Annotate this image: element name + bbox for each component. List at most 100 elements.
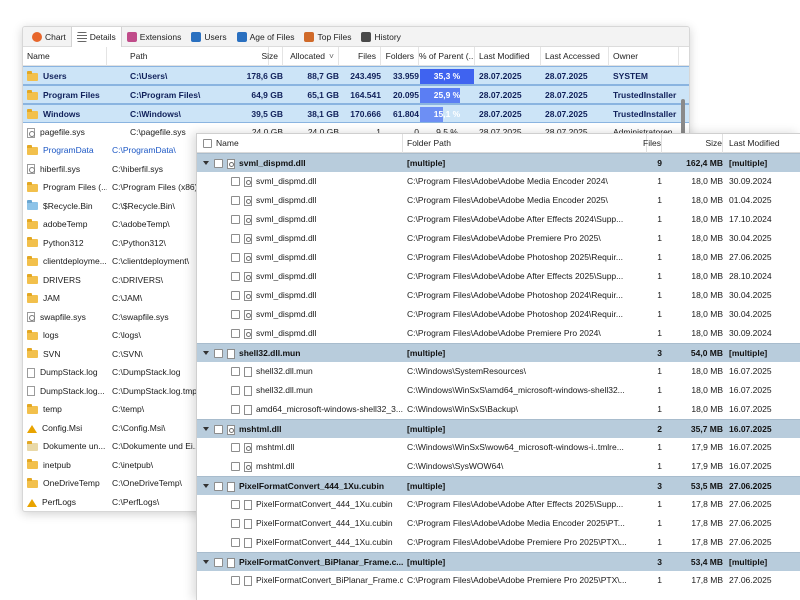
group-modified: [multiple] [729,557,768,567]
file-files: 1 [657,290,662,300]
file-checkbox[interactable] [231,462,240,471]
duplicate-file-row[interactable]: svml_dispmd.dll C:\Program Files\Adobe\Ad… [197,305,800,324]
file-icon [244,385,252,396]
duplicate-group-row[interactable]: mshtml.dll [multiple] 2 35,7 MB 16.07.2025 [197,419,800,438]
duplicate-file-row[interactable]: shell32.dll.mun C:\Windows\SystemResource… [197,362,800,381]
row-name-text: DumpStack.log... [40,385,105,396]
dll-file-icon [227,424,235,435]
duplicate-file-row[interactable]: svml_dispmd.dll C:\Program Files\Adobe\Ad… [197,267,800,286]
folder-icon [27,292,38,303]
col-allocated-header[interactable]: Allocated ˅ [283,47,339,66]
duplicate-file-row[interactable]: svml_dispmd.dll C:\Program Files\Adobe\Ad… [197,324,800,343]
duplicate-file-row[interactable]: mshtml.dll C:\Windows\SysWOW64\ 1 17,9 MB 16… [197,457,800,476]
col-name-header[interactable]: Name [203,134,403,153]
duplicate-group-row[interactable]: svml_dispmd.dll [multiple] 9 162,4 MB [multi… [197,153,800,172]
group-name-text: shell32.dll.mun [239,348,301,358]
file-checkbox[interactable] [231,367,240,376]
table-row-users[interactable]: Users C:\Users\ 178,6 GB 88,7 GB 243.495 33.9… [23,66,689,85]
chevron-down-icon[interactable] [203,160,210,167]
duplicate-file-row[interactable]: PixelFormatConvert_444_1Xu.cubin C:\Progr… [197,533,800,552]
col-last-accessed-header[interactable]: Last Accessed [541,47,609,66]
file-checkbox[interactable] [231,519,240,528]
file-checkbox[interactable] [231,310,240,319]
selected-rows: Users C:\Users\ 178,6 GB 88,7 GB 243.495 33.9… [23,66,689,123]
file-checkbox[interactable] [231,215,240,224]
file-checkbox[interactable] [231,386,240,395]
col-name-header[interactable]: Name [27,47,107,66]
col-owner-header[interactable]: Owner [609,47,679,66]
group-checkbox[interactable] [214,482,223,491]
table-row-windows[interactable]: Windows C:\Windows\ 39,5 GB 38,1 GB 170.666 6… [23,104,689,123]
file-files: 1 [657,366,662,376]
file-checkbox[interactable] [231,405,240,414]
duplicate-file-row[interactable]: svml_dispmd.dll C:\Program Files\Adobe\Ad… [197,172,800,191]
tab-details[interactable]: Details [70,27,122,47]
chevron-down-icon[interactable] [203,426,210,433]
duplicate-group-row[interactable]: PixelFormatConvert_444_1Xu.cubin [multipl… [197,476,800,495]
duplicate-group-row[interactable]: shell32.dll.mun [multiple] 3 54,0 MB [multip… [197,343,800,362]
tab-chart[interactable]: Chart [27,27,71,47]
table-row-program-files[interactable]: Program Files C:\Program Files\ 64,9 GB 65,… [23,85,689,104]
file-modified: 16.07.2025 [729,461,772,471]
group-checkbox[interactable] [214,349,223,358]
file-files: 1 [657,233,662,243]
chevron-down-icon[interactable] [203,483,210,490]
folder-icon [27,237,38,247]
file-modified: 27.06.2025 [729,518,772,528]
file-path: C:\Windows\WinSxS\amd64_microsoft-window… [407,385,625,395]
group-checkbox[interactable] [214,558,223,567]
group-checkbox[interactable] [214,159,223,168]
col-pct-parent-header[interactable]: % of Parent (... [419,47,475,66]
file-checkbox[interactable] [231,272,240,281]
col-files-header[interactable]: Files [339,47,381,66]
file-checkbox[interactable] [231,253,240,262]
tab-top-files[interactable]: Top Files [299,27,356,47]
group-checkbox[interactable] [214,425,223,434]
col-folder-path-header[interactable]: Folder Path [407,134,647,153]
row-name: swapfile.sys [27,308,107,327]
file-checkbox[interactable] [231,576,240,585]
row-files: 164.541 [350,90,381,100]
file-name-text: shell32.dll.mun [256,385,313,395]
duplicate-file-row[interactable]: svml_dispmd.dll C:\Program Files\Adobe\Ad… [197,210,800,229]
file-checkbox[interactable] [231,177,240,186]
duplicate-file-row[interactable]: PixelFormatConvert_444_1Xu.cubin C:\Progr… [197,514,800,533]
chevron-down-icon[interactable] [203,559,210,566]
select-all-checkbox[interactable] [203,139,212,148]
group-files: 3 [657,348,662,358]
duplicate-file-row[interactable]: svml_dispmd.dll C:\Program Files\Adobe\Ad… [197,229,800,248]
duplicate-file-row[interactable]: PixelFormatConvert_BiPlanar_Frame.c... C:… [197,571,800,590]
folder-icon [27,274,38,284]
chevron-down-icon[interactable] [203,350,210,357]
file-checkbox[interactable] [231,443,240,452]
row-name-text: PerfLogs [42,496,77,507]
file-checkbox[interactable] [231,500,240,509]
duplicate-file-row[interactable]: amd64_microsoft-windows-shell32_3... C:\W… [197,400,800,419]
duplicate-group-row[interactable]: PixelFormatConvert_BiPlanar_Frame.c... [m… [197,552,800,571]
file-checkbox[interactable] [231,196,240,205]
duplicate-file-row[interactable]: shell32.dll.mun C:\Windows\WinSxS\amd64_m… [197,381,800,400]
duplicate-file-row[interactable]: svml_dispmd.dll C:\Program Files\Adobe\Ad… [197,191,800,210]
tab-users[interactable]: Users [186,27,231,47]
tab-age-of-files[interactable]: Age of Files [232,27,300,47]
col-size-header[interactable]: Size [667,134,723,153]
tab-extensions[interactable]: Extensions [122,27,187,47]
duplicate-file-row[interactable]: mshtml.dll C:\Windows\WinSxS\wow64_micros… [197,438,800,457]
file-checkbox[interactable] [231,329,240,338]
duplicate-file-row[interactable]: PixelFormatConvert_444_1Xu.cubin C:\Progr… [197,495,800,514]
file-checkbox[interactable] [231,291,240,300]
row-name-text: $Recycle.Bin [43,200,93,211]
tab-label: Extensions [139,31,182,42]
col-last-modified-header[interactable]: Last Modified [475,47,541,66]
file-checkbox[interactable] [231,538,240,547]
duplicate-file-row[interactable]: svml_dispmd.dll C:\Program Files\Adobe\Ad… [197,248,800,267]
file-checkbox[interactable] [231,234,240,243]
col-files-header[interactable]: Files [617,134,662,153]
row-name-text: Program Files [43,90,100,100]
tab-history[interactable]: History [356,27,405,47]
col-folders-header[interactable]: Folders [381,47,419,66]
duplicate-file-row[interactable]: svml_dispmd.dll C:\Program Files\Adobe\Ad… [197,286,800,305]
col-size-header[interactable]: Size [213,47,283,66]
tab-label: Top Files [317,31,352,42]
col-last-modified-header[interactable]: Last Modified [727,134,800,153]
